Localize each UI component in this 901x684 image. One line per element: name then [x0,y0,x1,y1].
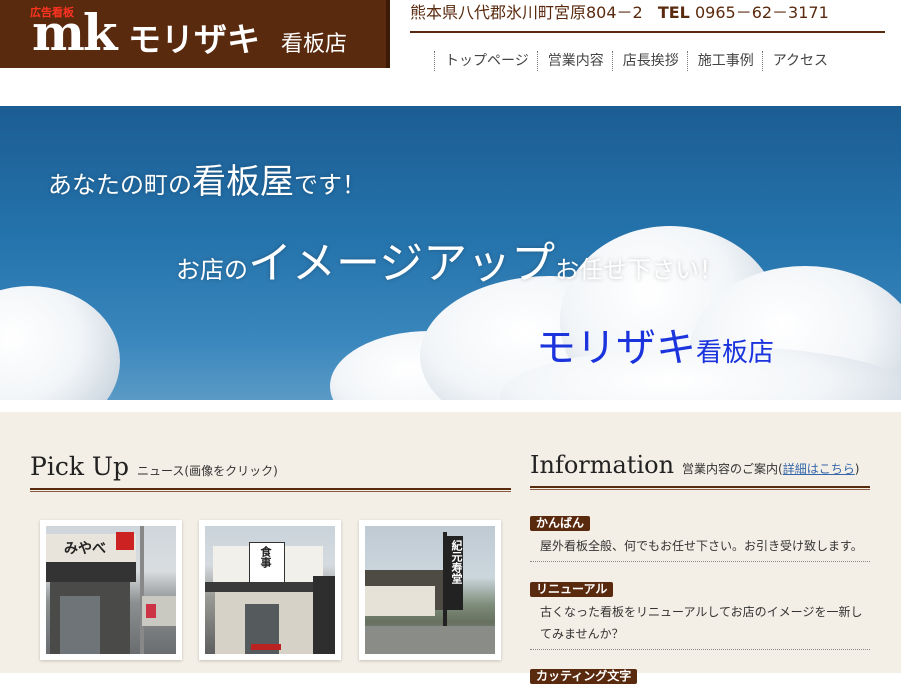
hero-line-2-big: イメージアップ [248,238,556,289]
hero-line-1-pre: あなたの町の [48,171,192,199]
pickup-subtitle: ニュース(画像をクリック) [137,464,278,478]
nav-item-greeting[interactable]: 店長挨拶 [611,51,687,71]
info-item: リニューアル 古くなった看板をリニューアルしてお店のイメージを一新してみませんか… [530,578,870,650]
hero-line-2-post: お任せ下さい！ [555,256,724,284]
info-item-label: かんばん [530,516,591,531]
nav-item-works[interactable]: 施工事例 [686,51,762,71]
site-logo[interactable]: mk 広告看板 モリザキ 看板店 [0,0,390,68]
info-divider [530,486,870,490]
logo-name: モリザキ [128,20,260,59]
hero-line-1-big: 看板屋 [192,162,294,202]
header-contact: 熊本県八代郡氷川町宮原804－2 TEL 0965－62－3171 [410,3,829,23]
header-address: 熊本県八代郡氷川町宮原804－2 [410,3,643,22]
hero-line-3: モリザキ看板店 [536,315,774,373]
info-item: カッティング文字 [530,665,870,684]
pickup-photo-1[interactable]: みやべ [40,520,182,660]
hero-line-2: お店のイメージアップお任せ下さい！ [176,227,723,291]
photo-restaurant: 食事 [205,526,335,654]
info-item-text: 古くなった看板をリニューアルしてお店のイメージを一新してみませんか？ [540,605,863,641]
header-rule [410,31,885,33]
hero-line-3-big: モリザキ [536,325,696,371]
content-area: Pick Up ニュース(画像をクリック) みやべ 食事 紀元寿堂 Inform… [0,412,901,684]
photo-sign-text: みやべ [64,541,106,557]
photo-sign-text: 紀元寿堂 [450,540,463,584]
info-item-separator [530,649,870,650]
logo-tag: 広告看板 [30,6,74,19]
photo-sign-text: 食事 [259,546,272,568]
photo-street-sign: 紀元寿堂 [365,526,495,654]
pickup-photo-2[interactable]: 食事 [199,520,341,660]
info-item-label: カッティング文字 [530,669,638,684]
hero-line-1: あなたの町の看板屋です！ [48,154,366,203]
info-subtitle: 営業内容のご案内(詳細はこちら) [682,462,859,476]
hero-line-2-pre: お店の [176,256,248,284]
info-item-separator [530,561,870,562]
tel-label: TEL [657,3,690,22]
hero-line-3-post: 看板店 [696,338,775,368]
cloud-shape [0,286,120,400]
logo-shop: 看板店 [281,32,348,57]
global-nav: トップページ 営業内容 店長挨拶 施工事例 アクセス [434,51,836,71]
info-details-link[interactable]: 詳細はこちら [783,462,855,476]
info-subtitle-post: ) [854,462,860,476]
tel-number[interactable]: 0965－62－3171 [695,3,829,22]
info-item: かんばん 屋外看板全般、何でもお任せ下さい。お引き受け致します。 [530,512,870,562]
info-title: Information 営業内容のご案内(詳細はこちら) [530,450,859,484]
hero-banner: あなたの町の看板屋です！ お店のイメージアップお任せ下さい！ モリザキ看板店 [0,106,901,400]
info-item-text: 屋外看板全般、何でもお任せ下さい。お引き受け致します。 [540,539,863,553]
nav-item-top[interactable]: トップページ [434,51,537,71]
pickup-title: Pick Up ニュース(画像をクリック) [30,452,278,486]
pickup-title-text: Pick Up [30,452,129,481]
photo-storefront: みやべ [46,526,176,654]
nav-item-business[interactable]: 営業内容 [536,51,612,71]
info-item-label: リニューアル [530,582,614,597]
info-title-text: Information [530,451,675,479]
pickup-photo-3[interactable]: 紀元寿堂 [359,520,501,660]
pickup-divider [30,488,511,492]
info-subtitle-pre: 営業内容のご案内( [682,462,783,476]
hero-line-1-post: です！ [294,171,366,199]
nav-item-access[interactable]: アクセス [761,51,836,71]
